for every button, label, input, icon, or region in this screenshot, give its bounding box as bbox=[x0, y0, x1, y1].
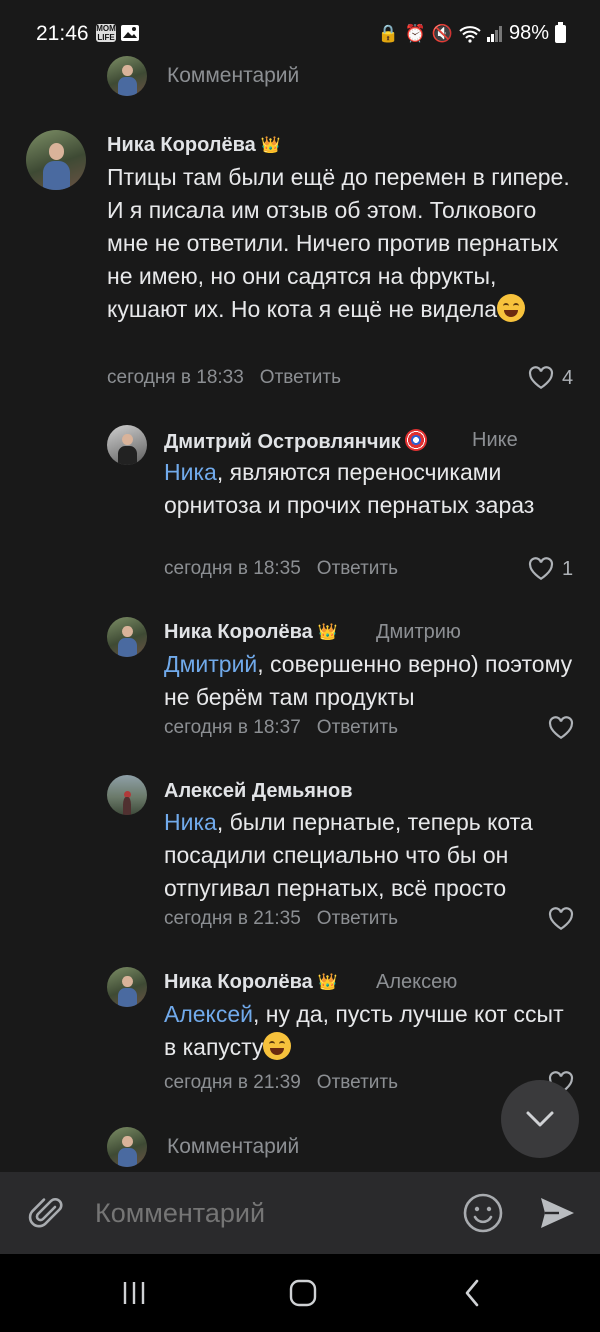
system-nav-bar bbox=[0, 1254, 600, 1332]
paperclip-icon[interactable] bbox=[28, 1194, 66, 1232]
comment-time: сегодня в 21:35 bbox=[164, 908, 301, 929]
battery-icon bbox=[555, 21, 566, 43]
back-button[interactable] bbox=[452, 1276, 492, 1310]
like-button[interactable]: 1 bbox=[528, 557, 573, 581]
home-icon bbox=[289, 1279, 317, 1307]
laughing-tears-emoji-icon bbox=[497, 294, 526, 322]
comment-text: Птицы там были ещё до перемен в гипере. … bbox=[107, 164, 570, 322]
comment-author[interactable]: Ника Королёва 👑 bbox=[107, 134, 281, 157]
send-icon[interactable] bbox=[538, 1194, 576, 1232]
emoji-icon[interactable] bbox=[462, 1192, 504, 1234]
home-button[interactable] bbox=[283, 1276, 323, 1310]
crown-icon: 👑 bbox=[317, 624, 338, 641]
captain-shield-icon bbox=[404, 429, 427, 451]
my-avatar bbox=[107, 1127, 147, 1167]
system-status: 🔒 ⏰ 🔇 98% bbox=[377, 21, 566, 45]
comment-time: сегодня в 21:39 bbox=[164, 1072, 301, 1093]
comment-meta: сегодня в 18:35 Ответить bbox=[164, 558, 398, 580]
mute-icon: 🔇 bbox=[431, 23, 453, 43]
avatar[interactable] bbox=[107, 425, 147, 465]
like-button[interactable]: 4 bbox=[528, 366, 573, 390]
comment-text: Ника, являются переносчиками орнитоза и … bbox=[164, 459, 535, 518]
top-comment-prompt[interactable]: Комментарий bbox=[167, 64, 299, 88]
reply-to-label: Дмитрию bbox=[376, 621, 461, 643]
like-button[interactable] bbox=[548, 716, 574, 740]
reply-button[interactable]: Ответить bbox=[317, 558, 398, 579]
heart-icon bbox=[548, 716, 574, 740]
crown-icon: 👑 bbox=[260, 137, 281, 154]
comment-meta: сегодня в 21:35 Ответить bbox=[164, 908, 398, 930]
heart-icon bbox=[528, 366, 554, 390]
mention-link[interactable]: Алексей bbox=[164, 1001, 253, 1027]
heart-icon bbox=[528, 557, 554, 581]
avatar[interactable] bbox=[107, 617, 147, 657]
reply-button[interactable]: Ответить bbox=[317, 1072, 398, 1093]
avatar[interactable] bbox=[107, 775, 147, 815]
reply-to-label: Алексею bbox=[376, 971, 458, 993]
heart-icon bbox=[548, 907, 574, 931]
comment-meta: сегодня в 18:37 Ответить bbox=[164, 717, 398, 739]
status-time: 21:46 bbox=[36, 22, 89, 45]
chevron-down-icon bbox=[526, 1111, 554, 1127]
comment-composer bbox=[0, 1172, 600, 1254]
recent-apps-icon bbox=[123, 1282, 145, 1304]
signal-icon bbox=[486, 25, 502, 42]
comment-time: сегодня в 18:37 bbox=[164, 717, 301, 738]
back-icon bbox=[465, 1279, 479, 1307]
notification-icons: MOM LIFE bbox=[96, 24, 140, 42]
comment-author[interactable]: Дмитрий Островлянчик bbox=[164, 429, 427, 454]
like-count: 1 bbox=[562, 557, 574, 580]
lock-icon: 🔒 bbox=[377, 23, 399, 43]
avatar[interactable] bbox=[107, 967, 147, 1007]
rolling-laughing-emoji-icon bbox=[263, 1032, 292, 1060]
battery-percent: 98% bbox=[508, 22, 549, 44]
bottom-comment-prompt[interactable]: Комментарий bbox=[167, 1135, 299, 1159]
comment-author[interactable]: Ника Королёва 👑 bbox=[164, 621, 338, 644]
wifi-icon bbox=[459, 25, 481, 43]
my-avatar bbox=[107, 56, 147, 96]
like-button[interactable] bbox=[548, 907, 574, 931]
mom-life-app-icon: MOM LIFE bbox=[96, 24, 116, 42]
reply-to-label: Нике bbox=[472, 429, 518, 451]
status-bar: 21:46 MOM LIFE 🔒 ⏰ 🔇 98% bbox=[0, 0, 600, 66]
avatar[interactable] bbox=[26, 130, 86, 190]
recent-apps-button[interactable] bbox=[114, 1276, 154, 1310]
comment-text: Алексей, ну да, пусть лучше кот ссыт в к… bbox=[164, 1001, 564, 1060]
crown-icon: 👑 bbox=[317, 974, 338, 991]
reply-button[interactable]: Ответить bbox=[317, 908, 398, 929]
alarm-icon: ⏰ bbox=[404, 23, 426, 43]
reply-button[interactable]: Ответить bbox=[317, 717, 398, 738]
comment-time: сегодня в 18:35 bbox=[164, 558, 301, 579]
comment-meta: сегодня в 18:33 Ответить bbox=[107, 367, 341, 389]
comment-author[interactable]: Ника Королёва 👑 bbox=[164, 971, 338, 994]
like-count: 4 bbox=[562, 366, 574, 389]
comment-meta: сегодня в 21:39 Ответить bbox=[164, 1072, 398, 1094]
comment-author[interactable]: Алексей Демьянов bbox=[164, 780, 353, 803]
comment-text: Дмитрий, совершенно верно) поэтому не бе… bbox=[164, 651, 573, 710]
comment-text: Ника, были пернатые, теперь кота посадил… bbox=[164, 809, 533, 901]
reply-button[interactable]: Ответить bbox=[260, 367, 341, 388]
mention-link[interactable]: Ника bbox=[164, 809, 217, 835]
mention-link[interactable]: Ника bbox=[164, 459, 217, 485]
scroll-down-button[interactable] bbox=[501, 1080, 579, 1158]
gallery-icon bbox=[121, 25, 139, 41]
comment-input[interactable] bbox=[95, 1198, 435, 1229]
mention-link[interactable]: Дмитрий bbox=[164, 651, 257, 677]
comment-time: сегодня в 18:33 bbox=[107, 367, 244, 388]
